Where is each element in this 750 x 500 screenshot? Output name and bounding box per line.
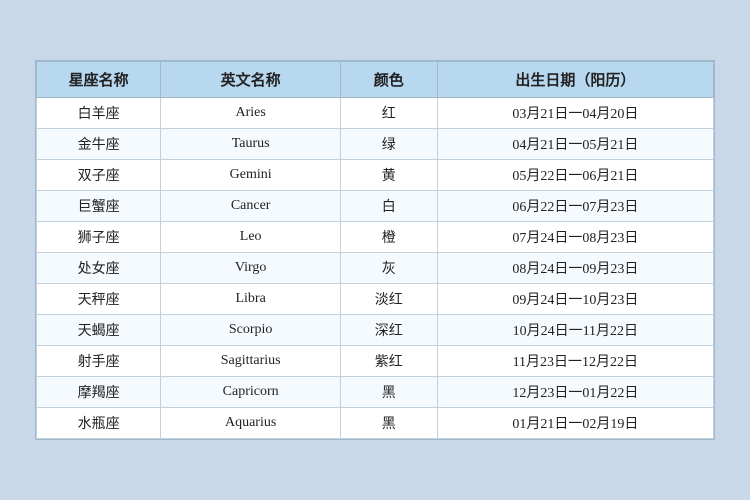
cell-zh: 处女座: [37, 253, 161, 284]
table-row: 白羊座Aries红03月21日一04月20日: [37, 98, 714, 129]
cell-color: 紫红: [340, 346, 437, 377]
cell-color: 黑: [340, 377, 437, 408]
cell-date: 12月23日一01月22日: [437, 377, 713, 408]
cell-color: 黑: [340, 408, 437, 439]
cell-color: 绿: [340, 129, 437, 160]
cell-zh: 天秤座: [37, 284, 161, 315]
table-row: 水瓶座Aquarius黑01月21日一02月19日: [37, 408, 714, 439]
table-row: 金牛座Taurus绿04月21日一05月21日: [37, 129, 714, 160]
table-row: 处女座Virgo灰08月24日一09月23日: [37, 253, 714, 284]
cell-en: Sagittarius: [161, 346, 341, 377]
cell-zh: 射手座: [37, 346, 161, 377]
cell-en: Cancer: [161, 191, 341, 222]
cell-zh: 摩羯座: [37, 377, 161, 408]
cell-color: 深红: [340, 315, 437, 346]
zodiac-table-wrapper: 星座名称 英文名称 颜色 出生日期（阳历） 白羊座Aries红03月21日一04…: [35, 60, 715, 440]
table-row: 双子座Gemini黄05月22日一06月21日: [37, 160, 714, 191]
cell-date: 08月24日一09月23日: [437, 253, 713, 284]
cell-date: 07月24日一08月23日: [437, 222, 713, 253]
cell-color: 白: [340, 191, 437, 222]
cell-en: Libra: [161, 284, 341, 315]
cell-zh: 水瓶座: [37, 408, 161, 439]
cell-color: 红: [340, 98, 437, 129]
table-row: 摩羯座Capricorn黑12月23日一01月22日: [37, 377, 714, 408]
table-row: 狮子座Leo橙07月24日一08月23日: [37, 222, 714, 253]
cell-color: 黄: [340, 160, 437, 191]
header-zh: 星座名称: [37, 62, 161, 98]
cell-en: Capricorn: [161, 377, 341, 408]
cell-zh: 天蝎座: [37, 315, 161, 346]
cell-color: 淡红: [340, 284, 437, 315]
cell-zh: 双子座: [37, 160, 161, 191]
cell-en: Scorpio: [161, 315, 341, 346]
cell-zh: 巨蟹座: [37, 191, 161, 222]
table-row: 射手座Sagittarius紫红11月23日一12月22日: [37, 346, 714, 377]
table-row: 天蝎座Scorpio深红10月24日一11月22日: [37, 315, 714, 346]
zodiac-table: 星座名称 英文名称 颜色 出生日期（阳历） 白羊座Aries红03月21日一04…: [36, 61, 714, 439]
cell-zh: 狮子座: [37, 222, 161, 253]
cell-en: Aries: [161, 98, 341, 129]
cell-en: Aquarius: [161, 408, 341, 439]
table-body: 白羊座Aries红03月21日一04月20日金牛座Taurus绿04月21日一0…: [37, 98, 714, 439]
cell-en: Gemini: [161, 160, 341, 191]
cell-color: 灰: [340, 253, 437, 284]
header-en: 英文名称: [161, 62, 341, 98]
cell-date: 10月24日一11月22日: [437, 315, 713, 346]
cell-en: Taurus: [161, 129, 341, 160]
cell-zh: 金牛座: [37, 129, 161, 160]
table-row: 天秤座Libra淡红09月24日一10月23日: [37, 284, 714, 315]
cell-date: 04月21日一05月21日: [437, 129, 713, 160]
header-date: 出生日期（阳历）: [437, 62, 713, 98]
table-row: 巨蟹座Cancer白06月22日一07月23日: [37, 191, 714, 222]
cell-date: 01月21日一02月19日: [437, 408, 713, 439]
table-header-row: 星座名称 英文名称 颜色 出生日期（阳历）: [37, 62, 714, 98]
header-color: 颜色: [340, 62, 437, 98]
cell-date: 03月21日一04月20日: [437, 98, 713, 129]
cell-date: 11月23日一12月22日: [437, 346, 713, 377]
cell-en: Virgo: [161, 253, 341, 284]
cell-date: 06月22日一07月23日: [437, 191, 713, 222]
cell-date: 09月24日一10月23日: [437, 284, 713, 315]
cell-date: 05月22日一06月21日: [437, 160, 713, 191]
cell-zh: 白羊座: [37, 98, 161, 129]
cell-color: 橙: [340, 222, 437, 253]
cell-en: Leo: [161, 222, 341, 253]
